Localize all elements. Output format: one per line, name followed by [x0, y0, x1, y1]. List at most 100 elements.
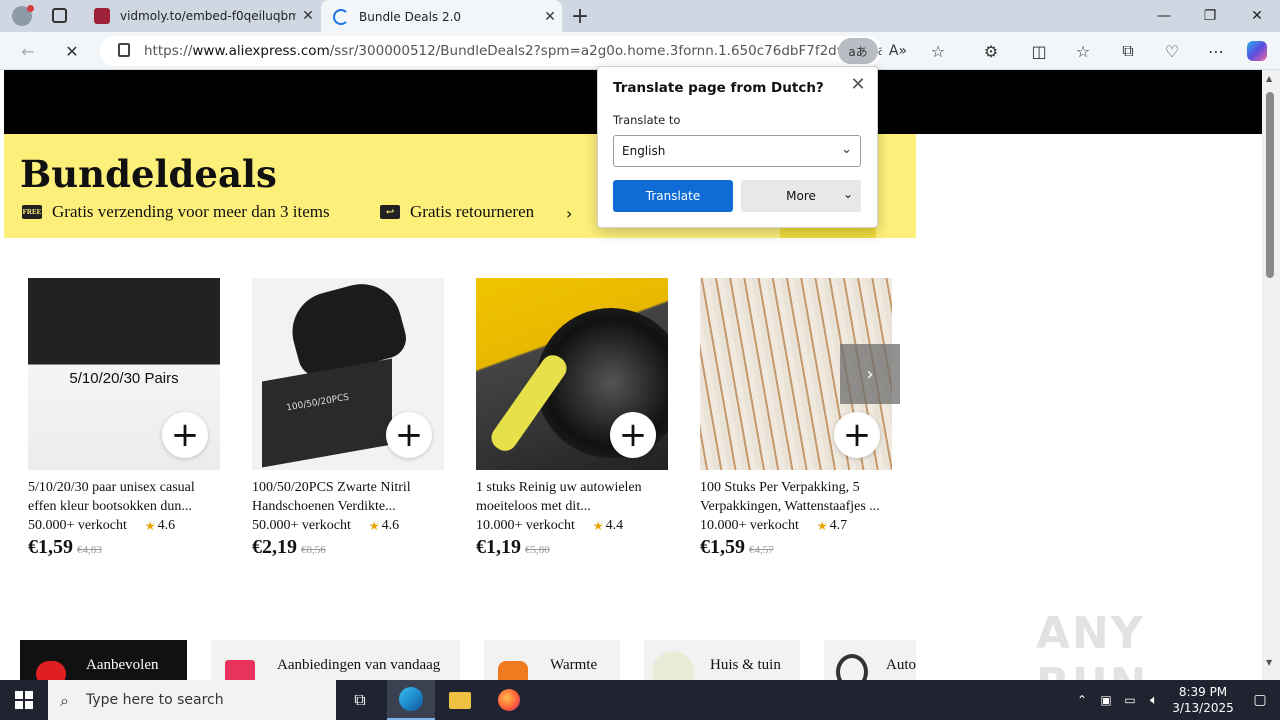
lock-icon[interactable] [118, 43, 130, 57]
more-icon[interactable]: ⋯ [1202, 37, 1230, 65]
category-warmth[interactable]: Warmte [484, 640, 620, 680]
category-today-deals[interactable]: Aanbiedingen van vandaag [211, 640, 460, 680]
product-card[interactable]: 100/50/20PCS + 100/50/20PCS Zwarte Nitri… [252, 278, 444, 559]
edge-taskbar-icon[interactable] [387, 680, 435, 720]
category-label: Aanbevolen [86, 656, 159, 673]
taskbar-search-input[interactable]: ⌕ Type here to search [48, 680, 336, 720]
translate-icon[interactable]: aあ [838, 38, 878, 64]
sold-count: 50.000+ verkocht [252, 518, 351, 533]
product-image-caption: 5/10/20/30 Pairs [69, 370, 179, 387]
heart-icon [36, 661, 66, 680]
network-icon[interactable]: ▭ [1118, 693, 1142, 707]
glove-box [262, 358, 392, 468]
copilot-icon[interactable] [1243, 37, 1271, 65]
profile-icon[interactable] [12, 5, 34, 26]
old-price: €8,56 [301, 544, 326, 556]
language-select[interactable]: English ⌄ [613, 135, 861, 167]
file-explorer-icon[interactable] [436, 680, 484, 720]
minimize-button[interactable]: — [1141, 0, 1187, 32]
product-name[interactable]: 1 stuks Reinig uw autowielen moeiteloos … [476, 478, 668, 516]
price: €1,59 [28, 536, 73, 558]
product-card[interactable]: + 100 Stuks Per Verpakking, 5 Verpakking… [700, 278, 892, 559]
favorites-icon[interactable]: ☆ [1069, 37, 1097, 65]
category-home-garden[interactable]: Huis & tuin [644, 640, 800, 680]
star-icon: ★ [592, 518, 604, 533]
steering-wheel-icon [836, 654, 868, 680]
url-path: /ssr/300000512/BundleDeals2?spm=a2g0o.ho… [329, 43, 882, 59]
stop-loading-icon[interactable]: ✕ [58, 37, 86, 65]
scroll-down-icon[interactable]: ▼ [1266, 658, 1272, 667]
product-name[interactable]: 5/10/20/30 paar unisex casual effen kleu… [28, 478, 220, 516]
firefox-icon[interactable] [485, 680, 533, 720]
new-tab-button[interactable]: + [566, 2, 594, 30]
clock-date: 3/13/2025 [1172, 701, 1234, 715]
favorite-star-icon[interactable]: ☆ [924, 37, 952, 65]
extensions-icon[interactable]: ⚙ [977, 37, 1005, 65]
perk-text: Gratis retourneren [410, 202, 535, 221]
add-to-bundle-button[interactable]: + [162, 412, 208, 458]
add-to-bundle-button[interactable]: + [834, 412, 880, 458]
selected-language: English [622, 144, 666, 158]
rating: 4.6 [157, 518, 176, 533]
performance-icon[interactable]: ♡ [1158, 37, 1186, 65]
task-view-icon[interactable]: ⧉ [336, 680, 384, 720]
category-recommended[interactable]: Aanbevolen [20, 640, 187, 680]
close-icon[interactable]: ✕ [847, 73, 869, 95]
scrollbar-thumb[interactable] [1266, 92, 1274, 278]
category-label: Warmte [550, 656, 598, 673]
search-placeholder: Type here to search [86, 692, 224, 708]
search-icon: ⌕ [60, 691, 69, 710]
chevron-right-icon[interactable]: › [566, 204, 572, 223]
scroll-up-icon[interactable]: ▲ [1266, 74, 1272, 83]
return-badge-icon: ↩ [380, 205, 400, 219]
read-aloud-icon[interactable]: A» [884, 37, 912, 65]
vidmoly-favicon-icon [94, 8, 110, 24]
product-image[interactable]: + [476, 278, 668, 470]
back-icon[interactable]: ← [14, 37, 42, 65]
tab-bundle-deals[interactable]: Bundle Deals 2.0 ✕ [321, 0, 562, 33]
anyrun-watermark: ANY RUN [1036, 608, 1146, 680]
cart-icon [225, 660, 255, 680]
perk-free-shipping: FREE Gratis verzending voor meer dan 3 i… [22, 202, 330, 222]
translate-button[interactable]: Translate [613, 180, 733, 212]
tab-actions-icon[interactable] [52, 8, 67, 23]
address-bar[interactable]: https://www.aliexpress.com/ssr/300000512… [100, 36, 882, 66]
rating: 4.4 [605, 518, 624, 533]
add-to-bundle-button[interactable]: + [610, 412, 656, 458]
page-scrollbar[interactable]: ▲ ▼ [1262, 70, 1280, 680]
windows-taskbar: ⌕ Type here to search ⧉ ⌃ ▣ ▭ 🔈︎ 8:39 PM… [0, 680, 1280, 720]
collections-icon[interactable]: ⧉ [1114, 37, 1142, 65]
start-button[interactable] [0, 680, 48, 720]
translate-to-label: Translate to [613, 113, 681, 127]
add-to-bundle-button[interactable]: + [386, 412, 432, 458]
perk-text: Gratis verzending voor meer dan 3 items [52, 202, 330, 221]
product-name[interactable]: 100 Stuks Per Verpakking, 5 Verpakkingen… [700, 478, 892, 516]
close-tab-icon[interactable]: ✕ [538, 9, 562, 25]
split-screen-icon[interactable]: ◫ [1025, 37, 1053, 65]
product-card[interactable]: + 1 stuks Reinig uw autowielen moeiteloo… [476, 278, 668, 559]
category-auto[interactable]: Auto [824, 640, 916, 680]
rating: 4.6 [381, 518, 400, 533]
close-window-button[interactable]: ✕ [1234, 0, 1280, 32]
notifications-icon[interactable]: ▢ [1240, 692, 1280, 708]
sold-count: 10.000+ verkocht [700, 518, 799, 533]
carousel-next-button[interactable]: › [840, 344, 900, 404]
show-hidden-icons-icon[interactable]: ⌃ [1070, 693, 1094, 707]
product-image[interactable]: 5/10/20/30 Pairs + [28, 278, 220, 470]
tab-vidmoly[interactable]: vidmoly.to/embed-f0qeiluqbm5l ✕ [84, 0, 320, 32]
price-row: €1,59 €4,83 [28, 536, 220, 559]
free-badge-icon: FREE [22, 205, 42, 219]
volume-icon[interactable]: 🔈︎ [1142, 693, 1166, 708]
category-label: Huis & tuin [710, 656, 781, 673]
more-button[interactable]: More ⌄ [741, 180, 861, 212]
product-name[interactable]: 100/50/20PCS Zwarte Nitril Handschoenen … [252, 478, 444, 516]
price-row: €1,19 €5,80 [476, 536, 668, 559]
product-image[interactable]: 100/50/20PCS + [252, 278, 444, 470]
product-card[interactable]: 5/10/20/30 Pairs + 5/10/20/30 paar unise… [28, 278, 220, 559]
meet-now-icon[interactable]: ▣ [1094, 693, 1118, 707]
restore-button[interactable]: ❐ [1187, 0, 1233, 32]
taskbar-clock[interactable]: 8:39 PM 3/13/2025 [1166, 684, 1240, 716]
old-price: €4,83 [77, 544, 102, 556]
chevron-right-icon: › [866, 363, 874, 385]
close-tab-icon[interactable]: ✕ [296, 8, 320, 24]
